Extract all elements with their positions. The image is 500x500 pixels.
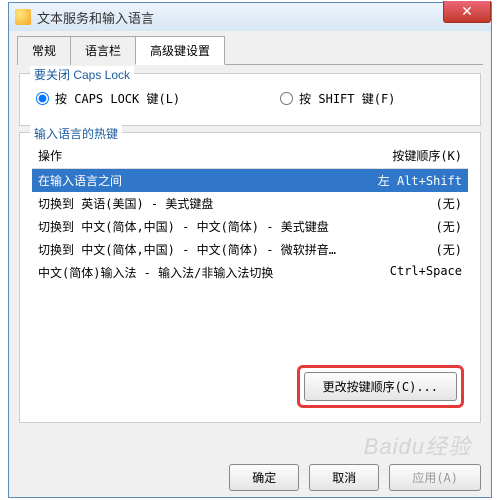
capslock-title: 要关闭 Caps Lock — [30, 66, 134, 83]
hotkey-action: 切换到 中文(简体,中国) - 中文(简体) - 美式键盘 — [38, 218, 436, 235]
change-btn-area: 更改按键顺序(C)... — [32, 359, 468, 414]
hotkey-row[interactable]: 切换到 英语(美国) - 美式键盘(无) — [32, 192, 468, 215]
hotkey-row[interactable]: 中文(简体)输入法 - 输入法/非输入法切换Ctrl+Space — [32, 261, 468, 284]
tab-advanced-keys[interactable]: 高级键设置 — [135, 36, 225, 65]
window-title: 文本服务和输入语言 — [37, 8, 154, 27]
radio-capslock-label: 按 CAPS LOCK 键(L) — [55, 90, 180, 107]
hotkey-keys: (无) — [436, 241, 462, 258]
hotkey-keys: (无) — [436, 218, 462, 235]
tab-langbar[interactable]: 语言栏 — [70, 36, 136, 65]
hotkey-keys: 左 Alt+Shift — [378, 172, 462, 189]
dialog-window: 文本服务和输入语言 ✕ 常规 语言栏 高级键设置 要关闭 Caps Lock 按… — [8, 2, 492, 498]
apply-button[interactable]: 应用(A) — [389, 464, 481, 491]
tab-bar: 常规 语言栏 高级键设置 — [17, 35, 483, 65]
col-keys: 按键顺序(K) — [392, 147, 462, 164]
hotkey-action: 切换到 中文(简体,中国) - 中文(简体) - 微软拼音… — [38, 241, 436, 258]
hotkey-keys: (无) — [436, 195, 462, 212]
hotkey-action: 中文(简体)输入法 - 输入法/非输入法切换 — [38, 264, 390, 281]
close-button[interactable]: ✕ — [443, 1, 491, 23]
dialog-buttons: 确定 取消 应用(A) — [229, 464, 481, 491]
hotkeys-group: 输入语言的热键 操作 按键顺序(K) 在输入语言之间左 Alt+Shift切换到… — [19, 132, 481, 423]
hotkey-row[interactable]: 切换到 中文(简体,中国) - 中文(简体) - 美式键盘(无) — [32, 215, 468, 238]
highlight-box: 更改按键顺序(C)... — [297, 365, 464, 408]
radio-shift-input[interactable] — [280, 92, 293, 105]
radio-shift-label: 按 SHIFT 键(F) — [299, 90, 395, 107]
radio-capslock[interactable]: 按 CAPS LOCK 键(L) — [36, 90, 180, 107]
cancel-button[interactable]: 取消 — [309, 464, 379, 491]
hotkey-action: 在输入语言之间 — [38, 172, 378, 189]
hotkey-row[interactable]: 切换到 中文(简体,中国) - 中文(简体) - 微软拼音…(无) — [32, 238, 468, 261]
capslock-group: 要关闭 Caps Lock 按 CAPS LOCK 键(L) 按 SHIFT 键… — [19, 73, 481, 126]
hotkey-keys: Ctrl+Space — [390, 264, 462, 281]
hotkeys-title: 输入语言的热键 — [30, 125, 122, 142]
hotkey-list[interactable]: 在输入语言之间左 Alt+Shift切换到 英语(美国) - 美式键盘(无)切换… — [32, 169, 468, 359]
radio-capslock-input[interactable] — [36, 92, 49, 105]
radio-shift[interactable]: 按 SHIFT 键(F) — [280, 90, 395, 107]
col-action: 操作 — [38, 147, 392, 164]
hotkey-row[interactable]: 在输入语言之间左 Alt+Shift — [32, 169, 468, 192]
titlebar: 文本服务和输入语言 ✕ — [9, 3, 491, 31]
change-sequence-button[interactable]: 更改按键顺序(C)... — [304, 372, 457, 401]
ok-button[interactable]: 确定 — [229, 464, 299, 491]
hotkey-header: 操作 按键顺序(K) — [32, 143, 468, 169]
capslock-options: 按 CAPS LOCK 键(L) 按 SHIFT 键(F) — [32, 84, 468, 113]
app-icon — [15, 9, 31, 25]
tab-general[interactable]: 常规 — [17, 36, 71, 65]
hotkey-action: 切换到 英语(美国) - 美式键盘 — [38, 195, 436, 212]
content-area: 常规 语言栏 高级键设置 要关闭 Caps Lock 按 CAPS LOCK 键… — [9, 31, 491, 437]
